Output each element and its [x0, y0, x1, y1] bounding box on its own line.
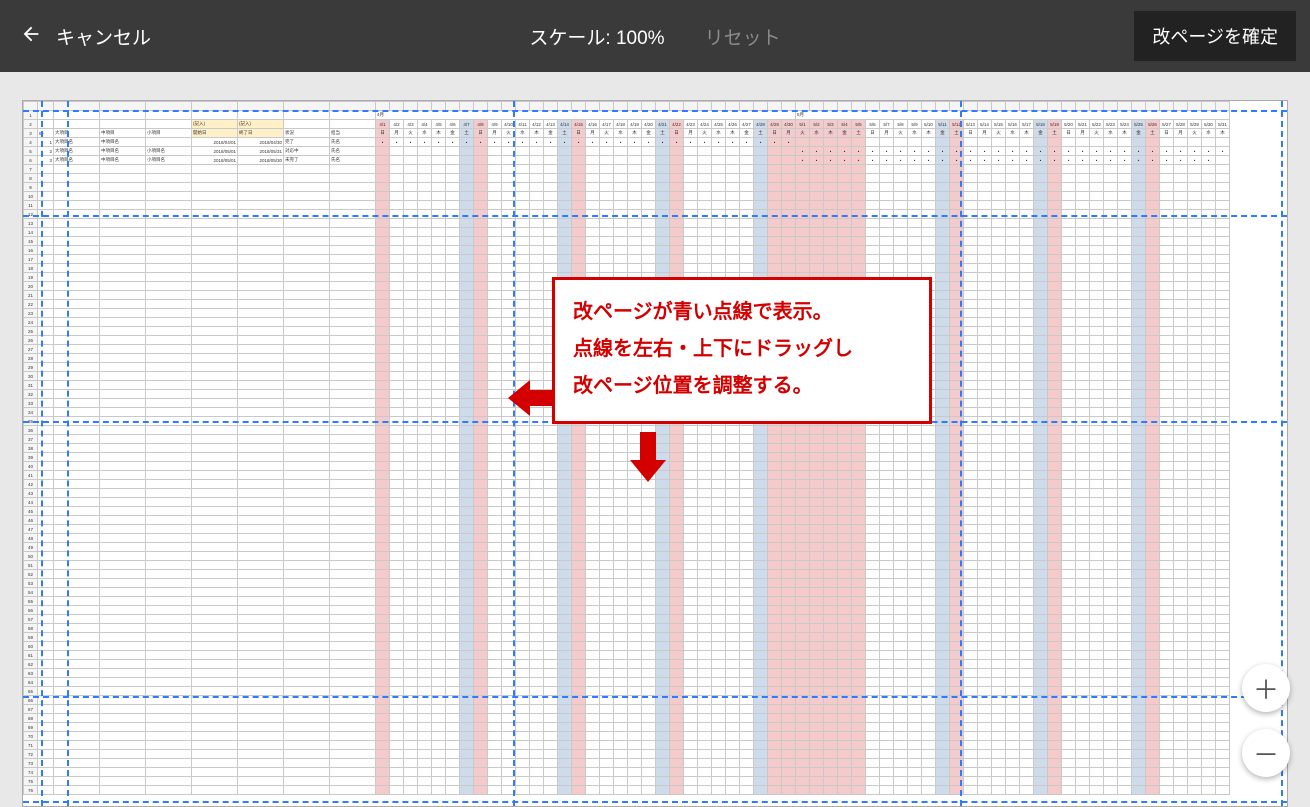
annotation-arrow-left-icon — [508, 378, 558, 423]
zoom-out-button[interactable]: － — [1242, 729, 1290, 777]
grid-table: 14月5月2(記入)(記入)4/14/24/34/44/54/64/74/84/… — [23, 101, 1230, 795]
confirm-pagebreak-button[interactable]: 改ページを確定 — [1134, 11, 1296, 61]
scale-label: スケール: 100% — [529, 23, 664, 50]
pagebreak-vertical[interactable] — [41, 101, 43, 806]
top-bar: キャンセル スケール: 100% リセット 改ページを確定 — [0, 0, 1310, 72]
pagebreak-vertical[interactable] — [513, 101, 515, 806]
cancel-button[interactable]: キャンセル — [0, 23, 151, 50]
back-arrow-icon — [20, 23, 42, 50]
toolbar-center: スケール: 100% リセット — [529, 23, 780, 50]
canvas-area: 14月5月2(記入)(記入)4/14/24/34/44/54/64/74/84/… — [0, 72, 1310, 807]
minus-icon: － — [1253, 735, 1279, 772]
pagebreak-vertical[interactable] — [67, 101, 69, 806]
zoom-in-button[interactable]: ＋ — [1242, 664, 1290, 712]
pagebreak-horizontal[interactable] — [23, 110, 1287, 112]
reset-button[interactable]: リセット — [705, 23, 781, 50]
annotation-arrow-down-icon — [628, 432, 668, 487]
pagebreak-vertical[interactable] — [960, 101, 962, 806]
annotation-box: 改ページが青い点線で表示。 点線を左右・上下にドラッグし 改ページ位置を調整する… — [552, 277, 932, 424]
cancel-label: キャンセル — [56, 23, 151, 50]
annotation-line: 改ページ位置を調整する。 — [573, 368, 911, 405]
pagebreak-horizontal[interactable] — [23, 215, 1287, 217]
annotation-line: 点線を左右・上下にドラッグし — [573, 331, 911, 368]
plus-icon: ＋ — [1253, 670, 1279, 707]
pagebreak-horizontal[interactable] — [23, 696, 1287, 698]
pagebreak-horizontal[interactable] — [23, 801, 1287, 803]
annotation-line: 改ページが青い点線で表示。 — [573, 294, 911, 331]
